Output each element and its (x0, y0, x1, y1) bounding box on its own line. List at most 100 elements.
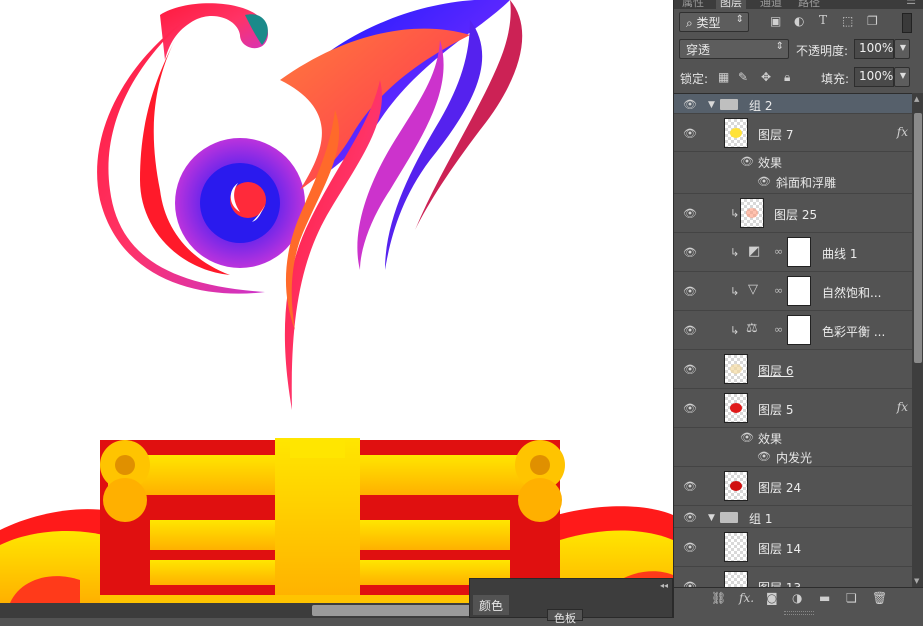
layer-name[interactable]: 图层 7 (758, 126, 793, 143)
lock-brush-icon[interactable]: ✎ (738, 70, 748, 84)
eye-icon[interactable]: 👁︎ (739, 431, 755, 444)
image-filter-icon[interactable]: ▣ (770, 14, 781, 28)
layer-mask-thumbnail[interactable] (787, 276, 811, 306)
add-mask-icon[interactable]: ◙ (766, 591, 778, 605)
expand-triangle-icon[interactable]: ▼ (708, 100, 715, 110)
layer-row-group-2[interactable]: 👁︎ ▼ 组 2 (674, 94, 912, 114)
layer-row-14[interactable]: 👁︎ 图层 14 (674, 528, 912, 567)
layer-name[interactable]: 图层 25 (774, 206, 817, 223)
layer-row-24[interactable]: 👁︎ 图层 24 (674, 467, 912, 506)
trash-icon[interactable]: 🗑︎ (872, 591, 887, 605)
text-filter-icon[interactable]: T (819, 13, 827, 27)
layer-mask-thumbnail[interactable] (787, 315, 811, 345)
panel-tabs: 属性 图层 通道 路径 ☰ (674, 0, 923, 9)
effects-label: 效果 (758, 432, 783, 446)
layer-row-vibrance[interactable]: 👁︎ ↳ ▽ ∞ 自然饱和... (674, 272, 912, 311)
horizontal-scrollbar-thumb[interactable] (312, 605, 472, 616)
layer-name[interactable]: 图层 14 (758, 540, 801, 557)
eye-icon[interactable]: 👁︎ (682, 541, 698, 554)
scroll-down-icon[interactable]: ▼ (914, 577, 919, 585)
layers-scrollbar-thumb[interactable] (914, 113, 922, 363)
effect-inner-glow-row[interactable]: 👁︎ 内发光 (674, 447, 912, 467)
shape-filter-icon[interactable]: ⬚ (842, 14, 853, 28)
layer-row-5[interactable]: 👁︎ 图层 5 fx (674, 389, 912, 428)
layer-name[interactable]: 图层 13 (758, 579, 801, 587)
vibrance-icon: ▽ (748, 282, 758, 297)
filter-row: ⌕ 类型 ⇕ ▣ ◐ T ⬚ ❐ (674, 10, 923, 36)
new-adjustment-icon[interactable]: ◑ (792, 591, 802, 605)
filter-kind-value: 类型 (696, 16, 721, 30)
layer-mask-thumbnail[interactable] (787, 237, 811, 267)
link-icon[interactable]: ∞ (774, 245, 783, 258)
layers-scrollbar[interactable]: ▲ ▼ (912, 93, 923, 587)
blend-mode-dropdown[interactable]: 穿透 ⇕ (679, 39, 789, 59)
layer-name[interactable]: 自然饱和... (822, 284, 881, 301)
eye-icon[interactable]: 👁︎ (682, 127, 698, 140)
clip-arrow-icon: ↳ (730, 246, 740, 259)
layer-row-color-balance[interactable]: 👁︎ ↳ ⚖ ∞ 色彩平衡 ... (674, 311, 912, 350)
eye-icon[interactable]: 👁︎ (682, 324, 698, 337)
tab-channels[interactable]: 通道 (756, 0, 786, 9)
eye-icon[interactable]: 👁︎ (682, 363, 698, 376)
layer-name[interactable]: 图层 6 (758, 362, 793, 379)
lock-transparent-icon[interactable]: ▦ (718, 70, 729, 84)
effects-row[interactable]: 👁︎ 效果 (674, 428, 912, 447)
layer-row-25[interactable]: 👁︎ ↳ 图层 25 (674, 194, 912, 233)
eye-icon[interactable]: 👁︎ (682, 246, 698, 259)
eye-icon[interactable]: 👁︎ (682, 580, 698, 587)
fill-field[interactable]: 100% (854, 67, 894, 87)
filter-toggle[interactable] (902, 13, 912, 33)
fill-dropdown[interactable]: ▼ (894, 67, 910, 87)
eye-icon[interactable]: 👁︎ (682, 98, 698, 111)
document-canvas[interactable] (0, 0, 673, 603)
lock-move-icon[interactable]: ✥ (761, 70, 771, 84)
panel-menu-icon[interactable]: ☰ (902, 0, 920, 7)
tab-color[interactable]: 颜色 (473, 595, 510, 615)
resize-grip[interactable] (784, 611, 814, 615)
layer-row-curves[interactable]: 👁︎ ↳ ◩ ∞ 曲线 1 (674, 233, 912, 272)
layer-row-7[interactable]: 👁︎ 图层 7 fx (674, 114, 912, 152)
new-layer-icon[interactable]: ❏ (846, 591, 857, 605)
fx-icon[interactable]: fx (897, 400, 908, 414)
effect-bevel-row[interactable]: 👁︎ 斜面和浮雕 (674, 171, 912, 194)
expand-triangle-icon[interactable]: ▼ (708, 513, 715, 523)
layer-row-13[interactable]: 👁︎ 图层 13 (674, 567, 912, 587)
fx-icon[interactable]: fx (897, 125, 908, 139)
smart-object-filter-icon[interactable]: ❐ (867, 14, 878, 28)
scroll-up-icon[interactable]: ▲ (914, 95, 919, 103)
eye-icon[interactable]: 👁︎ (682, 480, 698, 493)
filter-kind-dropdown[interactable]: ⌕ 类型 ⇕ (679, 12, 749, 32)
link-icon[interactable]: ∞ (774, 323, 783, 336)
adjustment-filter-icon[interactable]: ◐ (794, 14, 804, 28)
tab-properties[interactable]: 属性 (678, 0, 708, 9)
eye-icon[interactable]: 👁︎ (739, 155, 755, 168)
tab-paths[interactable]: 路径 (794, 0, 824, 9)
add-style-icon[interactable]: fx. (739, 591, 754, 605)
effects-row[interactable]: 👁︎ 效果 (674, 152, 912, 171)
collapse-icon[interactable]: ◂◂ (660, 581, 668, 590)
eye-icon[interactable]: 👁︎ (682, 402, 698, 415)
link-icon[interactable]: ∞ (774, 284, 783, 297)
opacity-dropdown[interactable]: ▼ (894, 39, 910, 59)
layer-name[interactable]: 曲线 1 (822, 245, 857, 262)
layer-thumbnail (724, 532, 748, 562)
link-layers-icon[interactable]: ⛓︎ (711, 591, 726, 605)
new-group-icon[interactable]: ▬ (819, 591, 830, 605)
eye-icon[interactable]: 👁︎ (756, 450, 772, 463)
eye-icon[interactable]: 👁︎ (756, 175, 772, 188)
layer-row-group-1[interactable]: 👁︎ ▼ 组 1 (674, 506, 912, 528)
layer-name[interactable]: 图层 24 (758, 479, 801, 496)
layer-name[interactable]: 组 2 (749, 97, 772, 114)
opacity-field[interactable]: 100% (854, 39, 894, 59)
eye-icon[interactable]: 👁︎ (682, 207, 698, 220)
layer-row-6[interactable]: 👁︎ 图层 6 (674, 350, 912, 389)
layer-name[interactable]: 图层 5 (758, 401, 793, 418)
clip-arrow-icon: ↳ (730, 324, 740, 337)
tab-layers[interactable]: 图层 (716, 0, 746, 9)
layer-name[interactable]: 色彩平衡 ... (822, 323, 885, 340)
lock-all-icon[interactable]: 🔒︎ (784, 70, 790, 85)
tab-swatches[interactable]: 色板 (547, 609, 583, 625)
eye-icon[interactable]: 👁︎ (682, 511, 698, 524)
eye-icon[interactable]: 👁︎ (682, 285, 698, 298)
layer-name[interactable]: 组 1 (749, 510, 772, 527)
